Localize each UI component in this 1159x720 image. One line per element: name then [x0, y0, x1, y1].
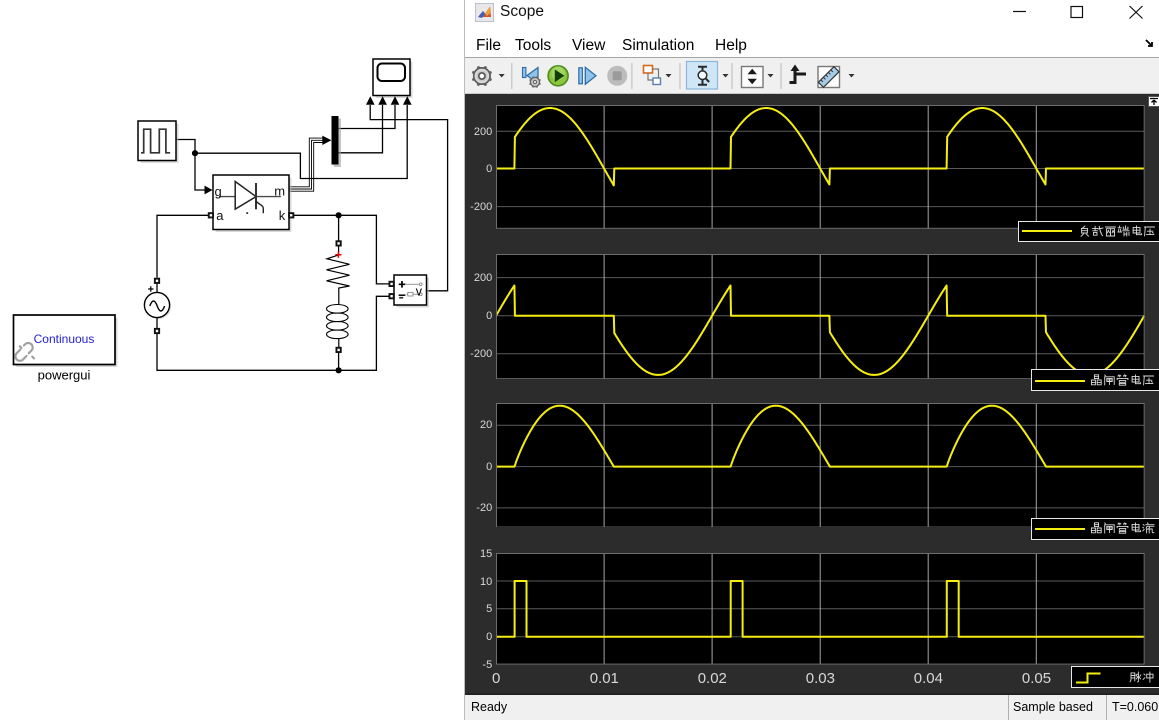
- svg-text:v: v: [416, 284, 423, 298]
- svg-text:m: m: [274, 184, 285, 199]
- svg-text:Continuous: Continuous: [34, 332, 95, 346]
- svg-text:a: a: [216, 208, 224, 223]
- svg-text:k: k: [279, 208, 286, 223]
- svg-text:powergui: powergui: [38, 368, 91, 383]
- svg-text:g: g: [215, 184, 222, 199]
